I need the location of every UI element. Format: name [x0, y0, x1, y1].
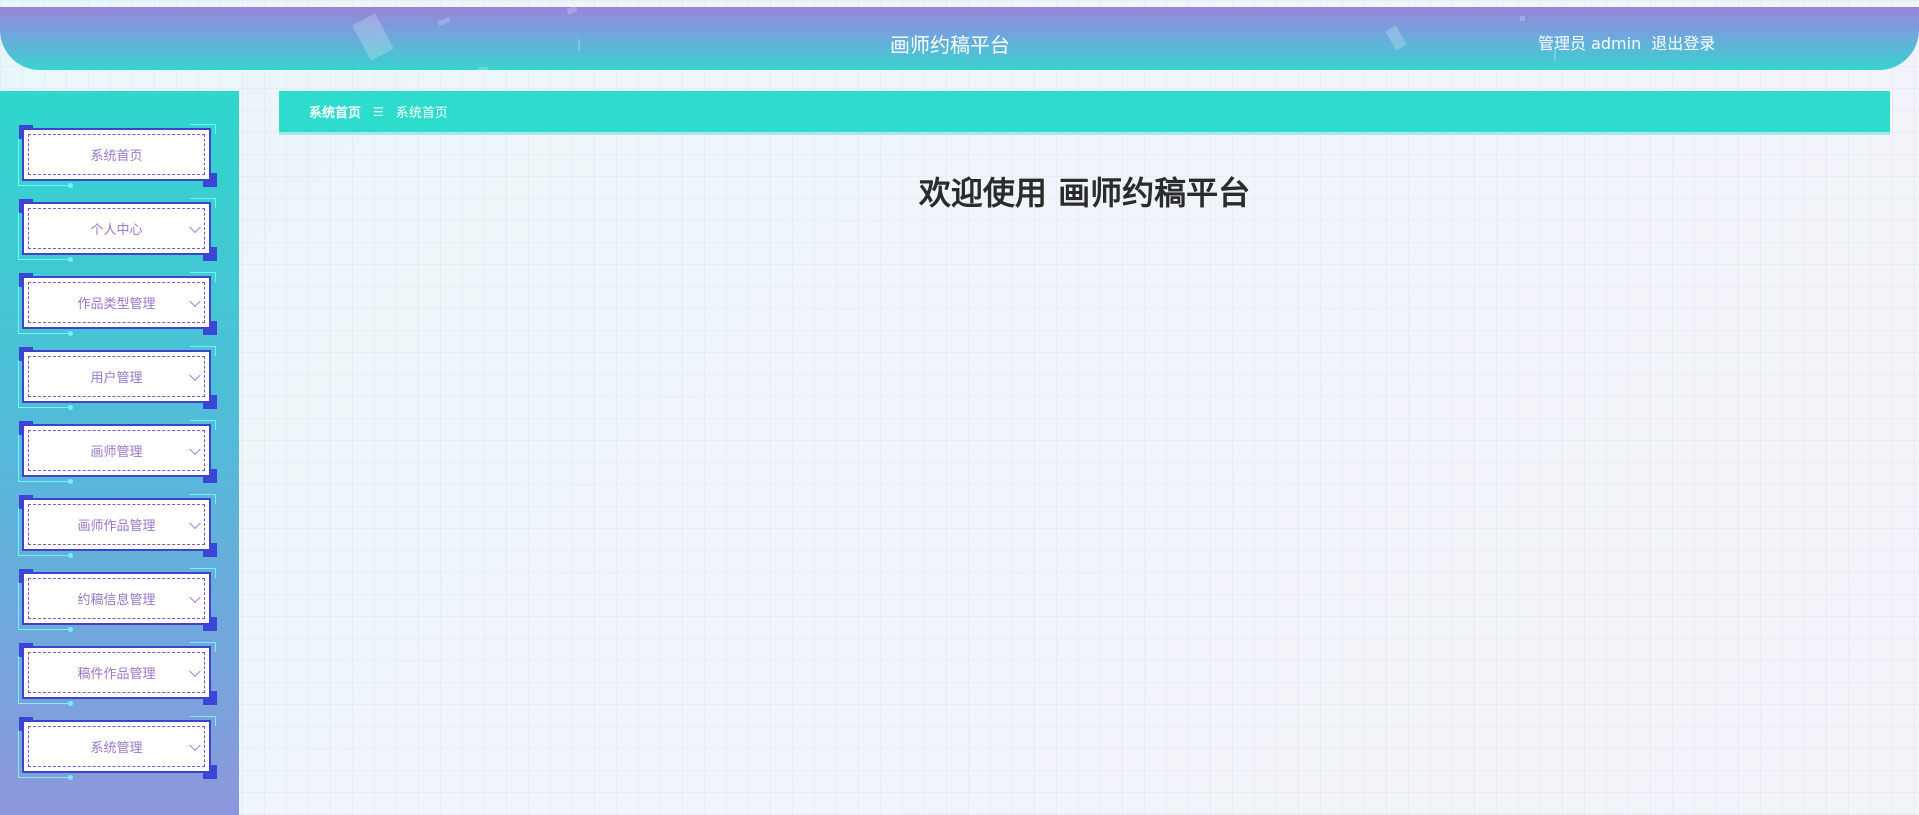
menu-item-inner: 画师作品管理: [28, 504, 205, 545]
breadcrumb-home-link[interactable]: 系统首页: [309, 102, 361, 121]
menu-frame-dot: [68, 183, 73, 188]
sidebar-item-label: 画师管理: [90, 445, 143, 460]
menu-frame-dot: [68, 701, 73, 706]
menu-item-box[interactable]: 作品类型管理: [22, 276, 211, 329]
user-area: 管理员 admin 退出登录: [1538, 30, 1715, 54]
page: 画师约稿平台 管理员 admin 退出登录 系统首页个人中心作品类型管理 用户管理…: [0, 0, 1919, 815]
menu-item-inner: 画师管理: [28, 430, 205, 471]
menu-frame-line: [18, 582, 19, 622]
sidebar-item[interactable]: 系统管理: [18, 716, 218, 782]
menu-item-box[interactable]: 系统首页: [22, 128, 211, 181]
menu-item-box[interactable]: 个人中心: [22, 202, 211, 255]
sidebar-item[interactable]: 个人中心: [18, 198, 218, 264]
menu-frame-line: [18, 400, 70, 408]
welcome-heading: 欢迎使用 画师约稿平台: [918, 174, 1251, 212]
breadcrumb-current: 系统首页: [395, 106, 448, 121]
menu-item-inner: 系统首页: [28, 134, 205, 175]
menu-frame-dot: [68, 553, 73, 558]
header-decoration: [478, 67, 488, 70]
sidebar-item[interactable]: 用户管理: [18, 346, 218, 412]
sidebar: 系统首页个人中心作品类型管理 用户管理画师管理画师作品管理 约稿信息管理 稿件作品管理…: [0, 91, 239, 815]
sidebar-item-label: 约稿信息管理: [77, 593, 156, 608]
header-decoration: [1520, 16, 1525, 21]
menu-frame-dot: [68, 627, 73, 632]
menu-item-inner: 稿件作品管理: [28, 652, 205, 693]
menu-frame-line: [18, 730, 19, 770]
sidebar-item[interactable]: 画师管理: [18, 420, 218, 486]
sidebar-item[interactable]: 画师作品管理: [18, 494, 218, 560]
menu-frame-line: [18, 474, 70, 482]
menu-item-inner: 约稿信息管理: [28, 578, 205, 619]
sidebar-item-label: 稿件作品管理: [77, 667, 156, 682]
breadcrumb: 系统首页 ☰ 系统首页: [279, 91, 1890, 135]
menu-frame-line: [18, 770, 70, 778]
menu-frame-line: [18, 326, 70, 334]
menu-frame-dot: [68, 775, 73, 780]
breadcrumb-separator-icon: ☰: [373, 104, 384, 119]
menu-frame-line: [18, 138, 19, 178]
menu-frame-dot: [68, 405, 73, 410]
menu-item-box[interactable]: 画师作品管理: [22, 498, 211, 551]
sidebar-item-label: 作品类型管理: [77, 297, 156, 312]
sidebar-item[interactable]: 作品类型管理: [18, 272, 218, 338]
menu-frame-line: [18, 360, 19, 400]
top-header: 画师约稿平台 管理员 admin 退出登录: [0, 7, 1919, 70]
header-decoration: [566, 7, 578, 15]
menu-frame-line: [18, 212, 19, 252]
menu-frame-line: [18, 622, 70, 630]
menu-frame-line: [18, 696, 70, 704]
sidebar-item-label: 用户管理: [90, 371, 143, 386]
menu-item-box[interactable]: 用户管理: [22, 350, 211, 403]
menu-frame-line: [18, 508, 19, 548]
menu-item-inner: 作品类型管理: [28, 282, 205, 323]
menu-item-box[interactable]: 系统管理: [22, 720, 211, 773]
sidebar-item-label: 个人中心: [90, 223, 143, 238]
menu-frame-dot: [68, 331, 73, 336]
menu-frame-line: [18, 548, 70, 556]
menu-item-box[interactable]: 稿件作品管理: [22, 646, 211, 699]
menu-frame-line: [18, 656, 19, 696]
menu-frame-line: [18, 434, 19, 474]
menu-item-box[interactable]: 画师管理: [22, 424, 211, 477]
sidebar-item-label: 系统首页: [90, 149, 143, 164]
menu-frame-line: [18, 178, 70, 186]
user-label: 管理员 admin: [1538, 34, 1642, 53]
menu-item-inner: 个人中心: [28, 208, 205, 249]
header-decoration: [437, 17, 451, 26]
menu-frame-dot: [68, 479, 73, 484]
sidebar-item[interactable]: 稿件作品管理: [18, 642, 218, 708]
logout-button[interactable]: 退出登录: [1651, 30, 1715, 54]
sidebar-item[interactable]: 系统首页: [18, 124, 218, 190]
sidebar-item-label: 系统管理: [90, 741, 143, 756]
menu-frame-dot: [68, 257, 73, 262]
menu-frame-line: [18, 252, 70, 260]
sidebar-item[interactable]: 约稿信息管理: [18, 568, 218, 634]
menu-item-box[interactable]: 约稿信息管理: [22, 572, 211, 625]
menu-item-inner: 系统管理: [28, 726, 205, 767]
menu-item-inner: 用户管理: [28, 356, 205, 397]
sidebar-item-label: 画师作品管理: [77, 519, 156, 534]
menu-frame-line: [18, 286, 19, 326]
